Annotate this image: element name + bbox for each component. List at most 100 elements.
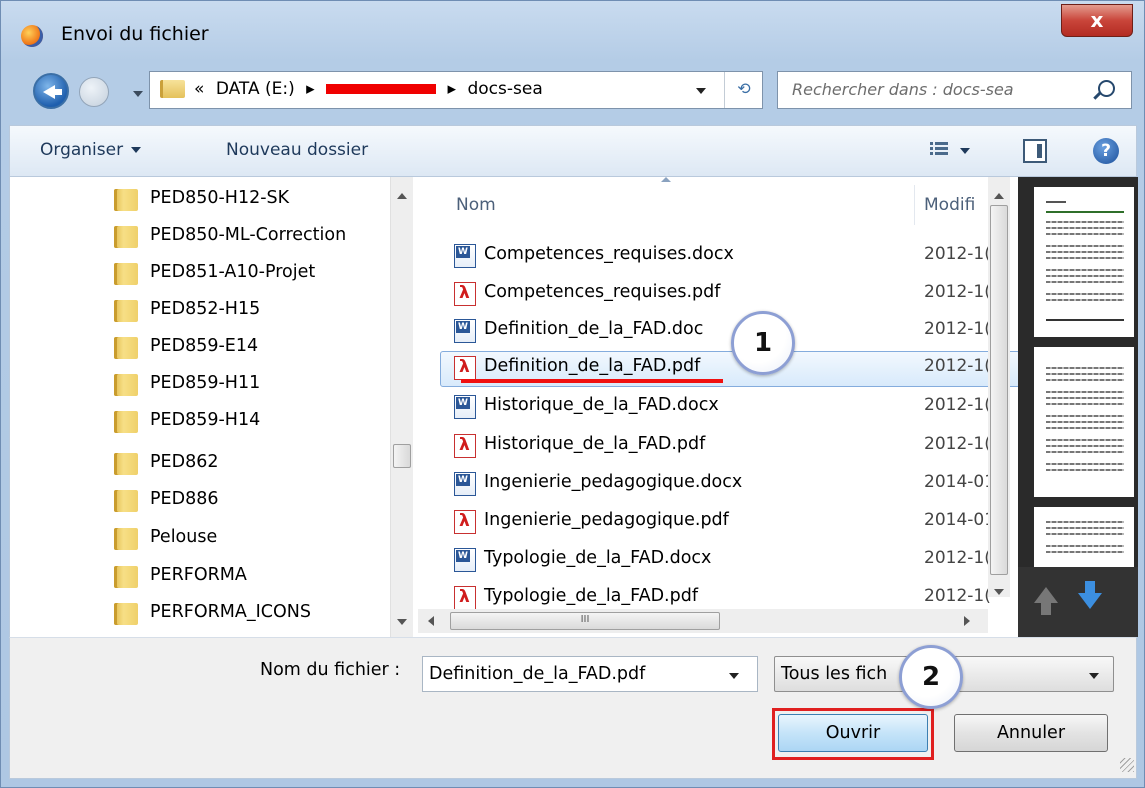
file-name: Historique_de_la_FAD.docx: [484, 395, 719, 415]
scroll-right-icon[interactable]: [964, 616, 970, 626]
chevron-down-icon[interactable]: [729, 673, 739, 679]
folder-icon: [114, 566, 138, 588]
word-document-icon: [454, 244, 476, 268]
folder-name: PERFORMA: [150, 565, 247, 585]
folder-tree-item[interactable]: PED862: [10, 447, 390, 484]
pdf-icon: [454, 434, 476, 458]
scrollbar-thumb[interactable]: [990, 205, 1008, 575]
annotation-underline: [461, 379, 723, 383]
file-name: Definition_de_la_FAD.pdf: [484, 356, 701, 376]
new-folder-button[interactable]: Nouveau dossier: [226, 140, 368, 160]
file-name: Competences_requises.docx: [484, 244, 734, 264]
column-divider[interactable]: [914, 185, 915, 225]
cancel-button[interactable]: Annuler: [954, 714, 1108, 752]
preview-pane: [1018, 177, 1138, 637]
breadcrumb-current-folder[interactable]: docs-sea: [467, 79, 542, 99]
scroll-up-icon[interactable]: [397, 193, 407, 199]
view-options-icon[interactable]: [930, 140, 948, 158]
search-icon[interactable]: [1098, 80, 1115, 97]
breadcrumb-separator-icon[interactable]: ▸: [306, 79, 315, 99]
chevron-down-icon: [131, 147, 142, 153]
scroll-left-icon[interactable]: [428, 616, 434, 626]
file-row[interactable]: Ingenierie_pedagogique.docx 2014-01: [418, 467, 1018, 503]
redacted-folder-name[interactable]: [326, 84, 437, 94]
dialog-footer: Nom du fichier : Definition_de_la_FAD.pd…: [9, 637, 1137, 779]
scroll-down-icon[interactable]: [397, 619, 407, 625]
word-document-icon: [454, 472, 476, 496]
annotation-step-1: 1: [731, 311, 795, 375]
file-list: Nom Modifi Competences_requises.docx 2012…: [418, 177, 1018, 637]
column-header-row: Nom Modifi: [418, 177, 1018, 231]
folder-tree-item[interactable]: PERFORMA_ICONS: [10, 597, 390, 634]
filename-value: Definition_de_la_FAD.pdf: [429, 664, 646, 684]
address-bar[interactable]: « DATA (E:) ▸ ▸ docs-sea ⟲: [149, 71, 763, 109]
filename-label: Nom du fichier :: [260, 660, 401, 680]
preview-page: [1034, 347, 1134, 497]
preview-page: [1034, 187, 1134, 337]
folder-tree-item[interactable]: PED886: [10, 484, 390, 521]
folder-tree-item[interactable]: PED851-A10-Projet: [10, 257, 390, 294]
scroll-down-icon[interactable]: [994, 589, 1004, 595]
filename-field[interactable]: Definition_de_la_FAD.pdf: [422, 656, 758, 692]
folder-icon: [114, 411, 138, 433]
folder-tree-scrollbar[interactable]: [390, 177, 413, 637]
content-area: PED850-H12-SK PED850-ML-Correction PED85…: [9, 177, 1138, 637]
resize-grip-icon[interactable]: [1120, 758, 1134, 772]
forward-button[interactable]: [79, 77, 109, 107]
folder-tree-item[interactable]: PED850-H12-SK: [10, 183, 390, 220]
file-row[interactable]: Definition_de_la_FAD.doc 2012-1(: [418, 314, 1018, 350]
close-button[interactable]: x: [1061, 4, 1133, 37]
organize-label: Organiser: [40, 140, 124, 160]
file-date: 2012-1(: [924, 282, 991, 302]
folder-name: PED862: [150, 452, 219, 472]
chevron-down-icon[interactable]: [960, 148, 970, 154]
folder-name: Pelouse: [150, 527, 218, 547]
breadcrumb-drive[interactable]: DATA (E:): [216, 79, 295, 99]
pdf-icon: [454, 282, 476, 306]
breadcrumb-overflow[interactable]: «: [194, 79, 204, 99]
folder-tree-item[interactable]: PED859-H14: [10, 405, 390, 442]
search-input[interactable]: Rechercher dans : docs-sea: [777, 71, 1132, 109]
scrollbar-thumb[interactable]: III: [450, 612, 720, 630]
chevron-down-icon[interactable]: [1089, 673, 1099, 679]
file-row[interactable]: Competences_requises.pdf 2012-1(: [418, 277, 1018, 313]
file-list-horizontal-scrollbar[interactable]: III: [418, 609, 988, 633]
recent-locations-dropdown-icon[interactable]: [133, 91, 143, 97]
preview-pane-icon[interactable]: [1023, 139, 1047, 163]
folder-tree-item[interactable]: PED850-ML-Correction: [10, 220, 390, 257]
title-bar: Envoi du fichier x: [1, 1, 1145, 61]
file-date: 2014-01: [924, 510, 996, 530]
refresh-icon[interactable]: ⟲: [724, 72, 763, 108]
column-header-name[interactable]: Nom: [456, 195, 496, 215]
help-icon[interactable]: ?: [1093, 138, 1119, 164]
folder-tree-item[interactable]: PED859-H11: [10, 368, 390, 405]
breadcrumb: « DATA (E:) ▸ ▸ docs-sea: [194, 79, 549, 99]
folder-icon: [114, 300, 138, 322]
folder-name: PED851-A10-Projet: [150, 262, 316, 282]
chevron-down-icon[interactable]: [696, 88, 706, 94]
file-row[interactable]: Ingenierie_pedagogique.pdf 2014-01: [418, 505, 1018, 541]
word-document-icon: [454, 319, 476, 343]
file-row[interactable]: Typologie_de_la_FAD.docx 2012-1(: [418, 543, 1018, 579]
file-row[interactable]: Historique_de_la_FAD.docx 2012-1(: [418, 390, 1018, 426]
folder-tree-item[interactable]: Pelouse: [10, 522, 390, 559]
folder-tree-item[interactable]: PED859-E14: [10, 331, 390, 368]
organize-button[interactable]: Organiser: [40, 140, 142, 160]
column-header-modified[interactable]: Modifi: [924, 195, 975, 215]
previous-page-icon[interactable]: [1034, 587, 1058, 615]
file-list-scrollbar[interactable]: [988, 177, 1010, 597]
back-button[interactable]: [33, 73, 69, 109]
folder-tree-item[interactable]: PERFORMA: [10, 560, 390, 597]
next-page-icon[interactable]: [1078, 581, 1102, 609]
file-row[interactable]: Historique_de_la_FAD.pdf 2012-1(: [418, 429, 1018, 465]
file-row[interactable]: Competences_requises.docx 2012-1(: [418, 239, 1018, 275]
toolbar: Organiser Nouveau dossier ?: [9, 125, 1137, 177]
pdf-icon: [454, 356, 476, 380]
scrollbar-thumb[interactable]: [393, 444, 411, 468]
folder-name: PED850-H12-SK: [150, 188, 290, 208]
scroll-up-icon[interactable]: [994, 193, 1004, 199]
folder-tree-item[interactable]: PED852-H15: [10, 294, 390, 331]
folder-icon: [114, 337, 138, 359]
breadcrumb-separator-icon[interactable]: ▸: [448, 79, 457, 99]
file-type-value: Tous les fich: [781, 664, 888, 684]
